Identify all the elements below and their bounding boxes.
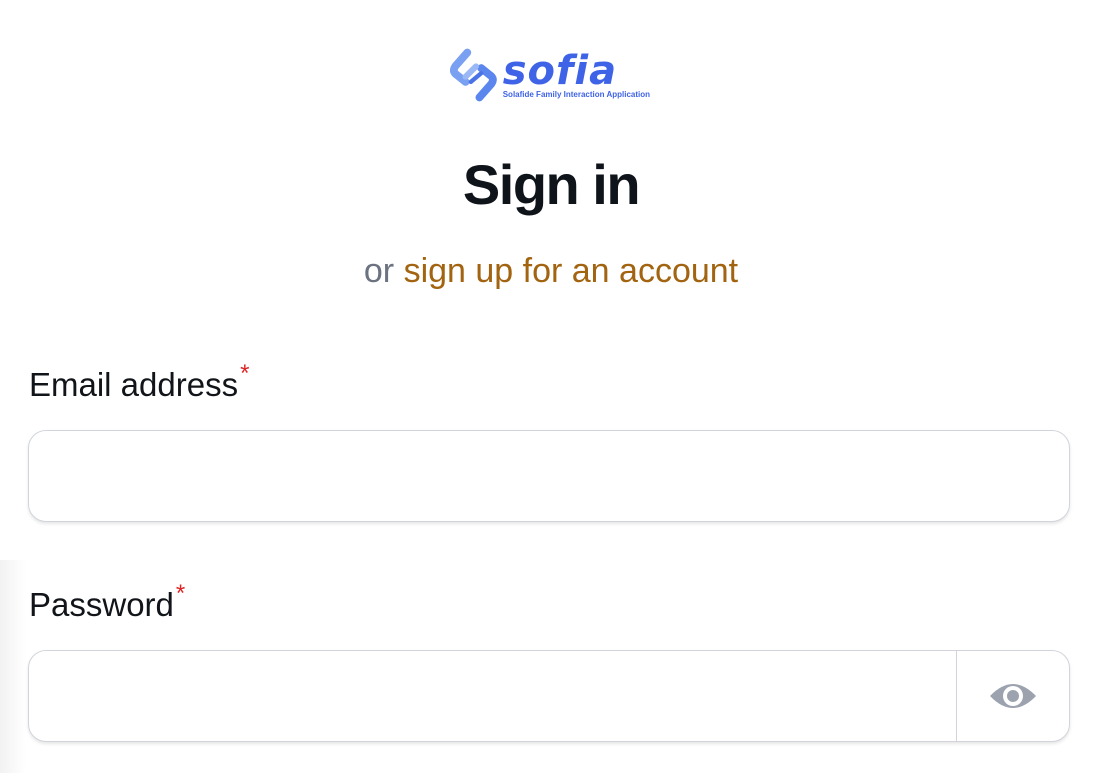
logo-text: sofia Solafide Family Interaction Applic… xyxy=(502,47,650,99)
edge-shadow xyxy=(0,560,26,773)
sign-in-page: sofia Solafide Family Interaction Applic… xyxy=(0,0,1102,773)
email-label-text: Email address xyxy=(29,366,239,403)
email-field[interactable] xyxy=(29,431,1069,521)
required-asterisk: * xyxy=(175,580,186,607)
logo-wordmark: sofia xyxy=(502,47,618,94)
required-asterisk: * xyxy=(240,360,250,387)
password-label: Password* xyxy=(29,580,185,624)
signup-link[interactable]: sign up for an account xyxy=(404,252,739,290)
signup-prompt: or sign up for an account xyxy=(0,252,1102,291)
subtitle-prefix: or xyxy=(363,252,395,290)
sofia-logo: sofia Solafide Family Interaction Applic… xyxy=(450,40,650,110)
password-label-text: Password xyxy=(29,586,174,623)
eye-icon xyxy=(990,684,1036,708)
logo-tagline: Solafide Family Interaction Application xyxy=(502,89,650,99)
show-password-button[interactable] xyxy=(956,651,1069,741)
email-field-box xyxy=(28,430,1070,522)
page-title: Sign in xyxy=(462,153,641,216)
email-label: Email address* xyxy=(29,360,249,404)
logo-mark-icon xyxy=(450,48,497,102)
password-field[interactable] xyxy=(29,651,956,741)
password-field-box xyxy=(28,650,1070,742)
